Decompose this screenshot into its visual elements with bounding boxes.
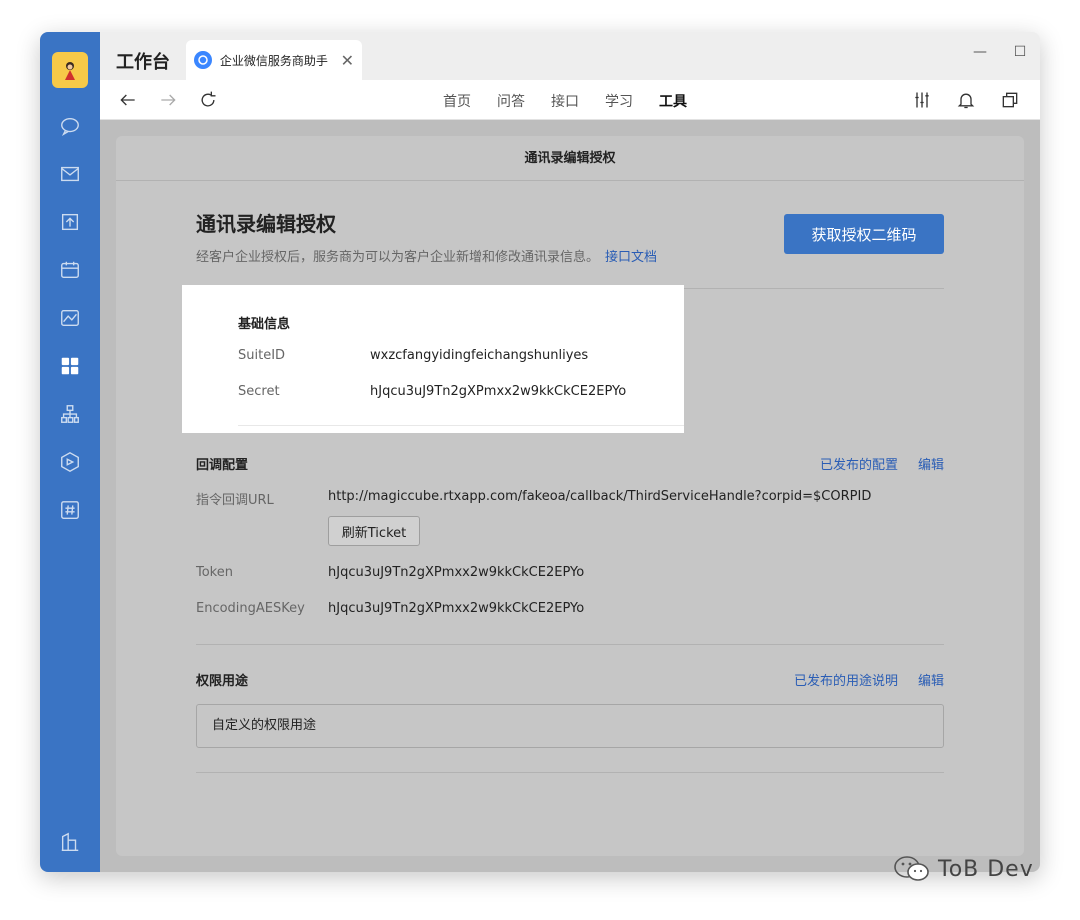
minimize-icon[interactable]: — <box>970 44 990 60</box>
suite-id-label: SuiteID <box>238 348 286 363</box>
divider <box>196 644 944 645</box>
card-header: 通讯录编辑授权 <box>116 136 1024 181</box>
edit-permission-link[interactable]: 编辑 <box>918 670 944 689</box>
watermark: ToB Dev <box>892 854 1034 884</box>
secret-label: Secret <box>238 384 280 399</box>
close-icon[interactable]: ✕ <box>341 51 354 70</box>
calendar-icon[interactable] <box>58 258 82 282</box>
channel-icon[interactable] <box>58 498 82 522</box>
basic-info-popup: 基础信息 SuiteID wxzcfangyidingfeichangshunl… <box>182 285 684 433</box>
menu-item-learn[interactable]: 学习 <box>605 91 633 111</box>
published-config-link[interactable]: 已发布的配置 <box>820 454 898 473</box>
app-title: 工作台 <box>116 52 170 73</box>
forward-icon[interactable] <box>156 88 180 112</box>
maximize-icon[interactable]: ☐ <box>1010 44 1030 60</box>
permission-usage-field[interactable]: 自定义的权限用途 <box>196 704 944 748</box>
toolbar: 首页 问答 接口 学习 工具 <box>100 80 1040 120</box>
avatar-figure-icon <box>65 62 75 80</box>
basic-info-title: 基础信息 <box>238 317 291 332</box>
refresh-icon[interactable] <box>196 88 220 112</box>
token-value: hJqcu3uJ9Tn2gXPmxx2w9kkCkCE2EPYo <box>328 565 585 580</box>
callback-section-title: 回调配置 <box>196 458 249 473</box>
page-title: 通讯录编辑授权 <box>196 212 336 236</box>
assistant-icon <box>194 51 212 69</box>
menu-item-api[interactable]: 接口 <box>551 91 579 111</box>
settings-sliders-icon[interactable] <box>910 88 934 112</box>
menu-item-qa[interactable]: 问答 <box>497 91 525 111</box>
api-doc-link[interactable]: 接口文档 <box>605 250 657 265</box>
chat-icon[interactable] <box>58 114 82 138</box>
divider <box>196 772 944 773</box>
description-text: 经客户企业授权后，服务商为可以为客户企业新增和修改通讯录信息。 <box>196 250 600 265</box>
refresh-ticket-button[interactable]: 刷新Ticket <box>328 516 420 546</box>
tab-label: 企业微信服务商助手 <box>219 53 328 68</box>
watermark-text: ToB Dev <box>938 856 1034 882</box>
title-bar: 工作台 企业微信服务商助手 ✕ — ☐ ✕ <box>100 32 1040 80</box>
top-menu: 首页 问答 接口 学习 工具 <box>443 91 687 111</box>
bell-icon[interactable] <box>954 88 978 112</box>
wechat-logo-icon <box>894 856 929 881</box>
app-window: 工作台 企业微信服务商助手 ✕ — ☐ ✕ 首页 问答 接口 学习 工具 <box>40 32 1040 872</box>
main-card: 通讯录编辑授权 通讯录编辑授权 经客户企业授权后，服务商为可以为客户企业新增和修… <box>116 136 1024 856</box>
popup-divider <box>238 425 684 426</box>
menu-item-home[interactable]: 首页 <box>443 91 471 111</box>
permission-links: 已发布的用途说明 编辑 <box>794 670 944 689</box>
mail-icon[interactable] <box>58 162 82 186</box>
tab-service-assistant[interactable]: 企业微信服务商助手 ✕ <box>186 40 362 80</box>
callback-links: 已发布的配置 编辑 <box>820 454 944 473</box>
token-label: Token <box>196 565 233 580</box>
workbench-icon[interactable] <box>58 354 82 378</box>
aes-key-label: EncodingAESKey <box>196 601 305 616</box>
permission-section-title: 权限用途 <box>196 674 249 689</box>
copy-window-icon[interactable] <box>998 88 1022 112</box>
back-icon[interactable] <box>116 88 140 112</box>
secret-value: hJqcu3uJ9Tn2gXPmxx2w9kkCkCE2EPYo <box>370 384 627 399</box>
menu-item-tools[interactable]: 工具 <box>659 91 687 111</box>
docs-icon[interactable] <box>58 210 82 234</box>
published-usage-link[interactable]: 已发布的用途说明 <box>794 670 898 689</box>
mini-program-icon[interactable] <box>58 450 82 474</box>
sidebar <box>40 32 100 872</box>
get-qr-code-button[interactable]: 获取授权二维码 <box>784 214 944 254</box>
suite-id-value: wxzcfangyidingfeichangshunliyes <box>370 348 589 363</box>
callback-url-value: http://magiccube.rtxapp.com/fakeoa/callb… <box>328 489 872 504</box>
page-description: 经客户企业授权后，服务商为可以为客户企业新增和修改通讯录信息。 接口文档 <box>196 246 657 265</box>
contacts-icon[interactable] <box>58 402 82 426</box>
drive-icon[interactable] <box>58 306 82 330</box>
callback-url-label: 指令回调URL <box>196 493 274 508</box>
edit-callback-link[interactable]: 编辑 <box>918 454 944 473</box>
aes-key-value: hJqcu3uJ9Tn2gXPmxx2w9kkCkCE2EPYo <box>328 601 585 616</box>
company-icon[interactable] <box>58 830 82 854</box>
avatar[interactable] <box>52 52 88 88</box>
